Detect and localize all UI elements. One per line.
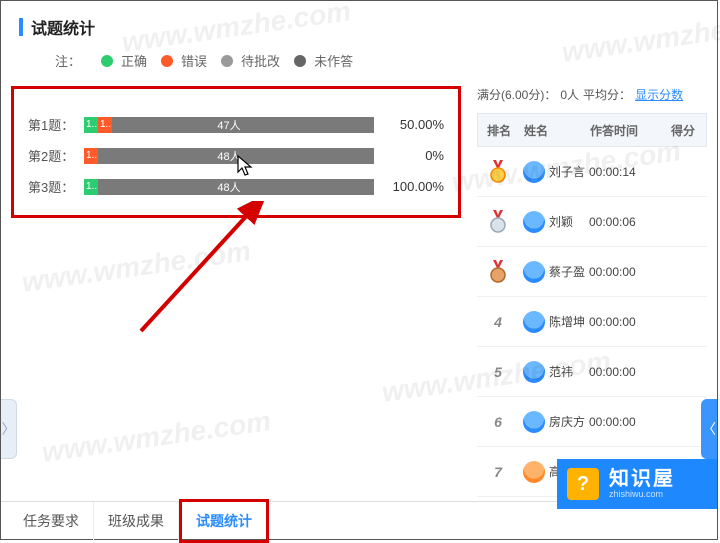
legend-label: 注： [55,51,81,70]
medal-icon [488,210,508,234]
bar-segment-correct: 1... [84,117,98,133]
tab-class-results[interactable]: 班级成果 [94,502,179,540]
avatar-icon [523,211,545,233]
name-cell: 房庆方 [519,411,589,433]
head-rank: 排名 [478,122,520,139]
question-row: 第2题：1... 48人 0% [28,146,444,165]
head-time: 作答时间 [590,122,660,139]
tab-task-requirements[interactable]: 任务要求 [9,502,94,540]
page-title: 试题统计 [19,15,699,39]
student-name: 陈增坤 [549,313,585,330]
time-cell: 00:00:06 [589,215,659,229]
avatar-icon [523,411,545,433]
rank-number: 4 [494,314,502,330]
time-cell: 00:00:00 [589,415,659,429]
avatar-icon [523,361,545,383]
rank-number: 7 [494,464,502,480]
ranking-table-body: 刘子言 00:00:14 刘颖 00:00:06 蔡子盈 00:00:00 4 陈增坤 00:0… [477,147,707,497]
legend-unanswered: 未作答 [314,51,353,70]
tab-question-stats[interactable]: 试题统计 [182,502,266,540]
head-score: 得分 [660,122,706,139]
left-drawer-toggle[interactable]: 〉 [1,399,17,459]
time-cell: 00:00:00 [589,315,659,329]
time-cell: 00:00:00 [589,265,659,279]
name-cell: 陈增坤 [519,311,589,333]
ranking-row[interactable]: 5 范祎 00:00:00 [477,347,707,397]
legend-correct: 正确 [121,51,147,70]
legend-pending: 待批改 [241,51,280,70]
ranking-table-head: 排名 姓名 作答时间 得分 [477,113,707,147]
bar-count-label: 47人 [217,117,240,133]
question-bar[interactable]: 1... 48人 [84,179,374,195]
legend-wrong: 错误 [181,51,207,70]
title-text: 试题统计 [31,15,95,39]
summary-avg: 平均分： [583,86,631,103]
avatar-icon [523,261,545,283]
medal-icon [488,160,508,184]
question-bar[interactable]: 1... 48人 [84,148,374,164]
bar-segment-correct: 1... [84,179,98,195]
question-label: 第1题： [28,115,84,134]
name-cell: 蔡子盈 [519,261,589,283]
show-score-link[interactable]: 显示分数 [635,86,683,103]
question-row: 第1题：1...1...47人50.00% [28,115,444,134]
head-name: 姓名 [520,122,590,139]
summary-people: 0人 [560,86,579,103]
title-accent-bar [19,18,23,36]
bar-segment-wrong: 1... [98,117,112,133]
rank-cell [477,160,519,184]
name-cell: 刘颖 [519,211,589,233]
rank-cell [477,210,519,234]
ranking-row[interactable]: 6 房庆方 00:00:00 [477,397,707,447]
rank-number: 5 [494,364,502,380]
legend-dot-unanswered [294,55,306,67]
ranking-row[interactable]: 刘子言 00:00:14 [477,147,707,197]
question-percent: 0% [374,148,444,163]
question-label: 第2题： [28,146,84,165]
right-drawer-toggle[interactable]: 〈 [701,399,717,459]
rank-cell [477,260,519,284]
bar-segment-wrong: 1... [84,148,98,164]
ranking-row[interactable]: 刘颖 00:00:06 [477,197,707,247]
ranking-row[interactable]: 蔡子盈 00:00:00 [477,247,707,297]
rank-cell: 6 [477,414,519,430]
logo-icon: ? [567,468,599,500]
question-bar[interactable]: 1...1... 47人 [84,117,374,133]
rank-number: 6 [494,414,502,430]
medal-icon [488,260,508,284]
question-row: 第3题：1... 48人 100.00% [28,177,444,196]
student-name: 刘颖 [549,213,573,230]
ranking-row[interactable]: 4 陈增坤 00:00:00 [477,297,707,347]
score-summary: 满分(6.00分)： 0人 平均分： 显示分数 [477,86,707,103]
name-cell: 刘子言 [519,161,589,183]
student-name: 房庆方 [549,413,585,430]
rank-cell: 7 [477,464,519,480]
logo-subtext: zhishiwu.com [609,490,675,500]
question-stats-box: 第1题：1...1...47人50.00%第2题：1...48人0%第3题：1.… [11,86,461,218]
question-label: 第3题： [28,177,84,196]
rank-cell: 5 [477,364,519,380]
logo-text: 知识屋 [609,468,675,490]
summary-full: 满分(6.00分)： [477,86,556,103]
student-name: 刘子言 [549,163,585,180]
student-name: 蔡子盈 [549,263,585,280]
bar-count-label: 48人 [217,148,240,164]
time-cell: 00:00:00 [589,365,659,379]
avatar-icon [523,461,545,483]
rank-cell: 4 [477,314,519,330]
legend: 注： 正确 错误 待批改 未作答 [19,51,699,70]
question-percent: 50.00% [374,117,444,132]
name-cell: 范祎 [519,361,589,383]
bar-count-label: 48人 [217,179,240,195]
legend-dot-pending [221,55,233,67]
avatar-icon [523,161,545,183]
time-cell: 00:00:14 [589,165,659,179]
question-percent: 100.00% [374,179,444,194]
legend-dot-wrong [161,55,173,67]
student-name: 范祎 [549,363,573,380]
avatar-icon [523,311,545,333]
legend-dot-correct [101,55,113,67]
site-logo-badge[interactable]: ? 知识屋 zhishiwu.com [557,459,717,509]
